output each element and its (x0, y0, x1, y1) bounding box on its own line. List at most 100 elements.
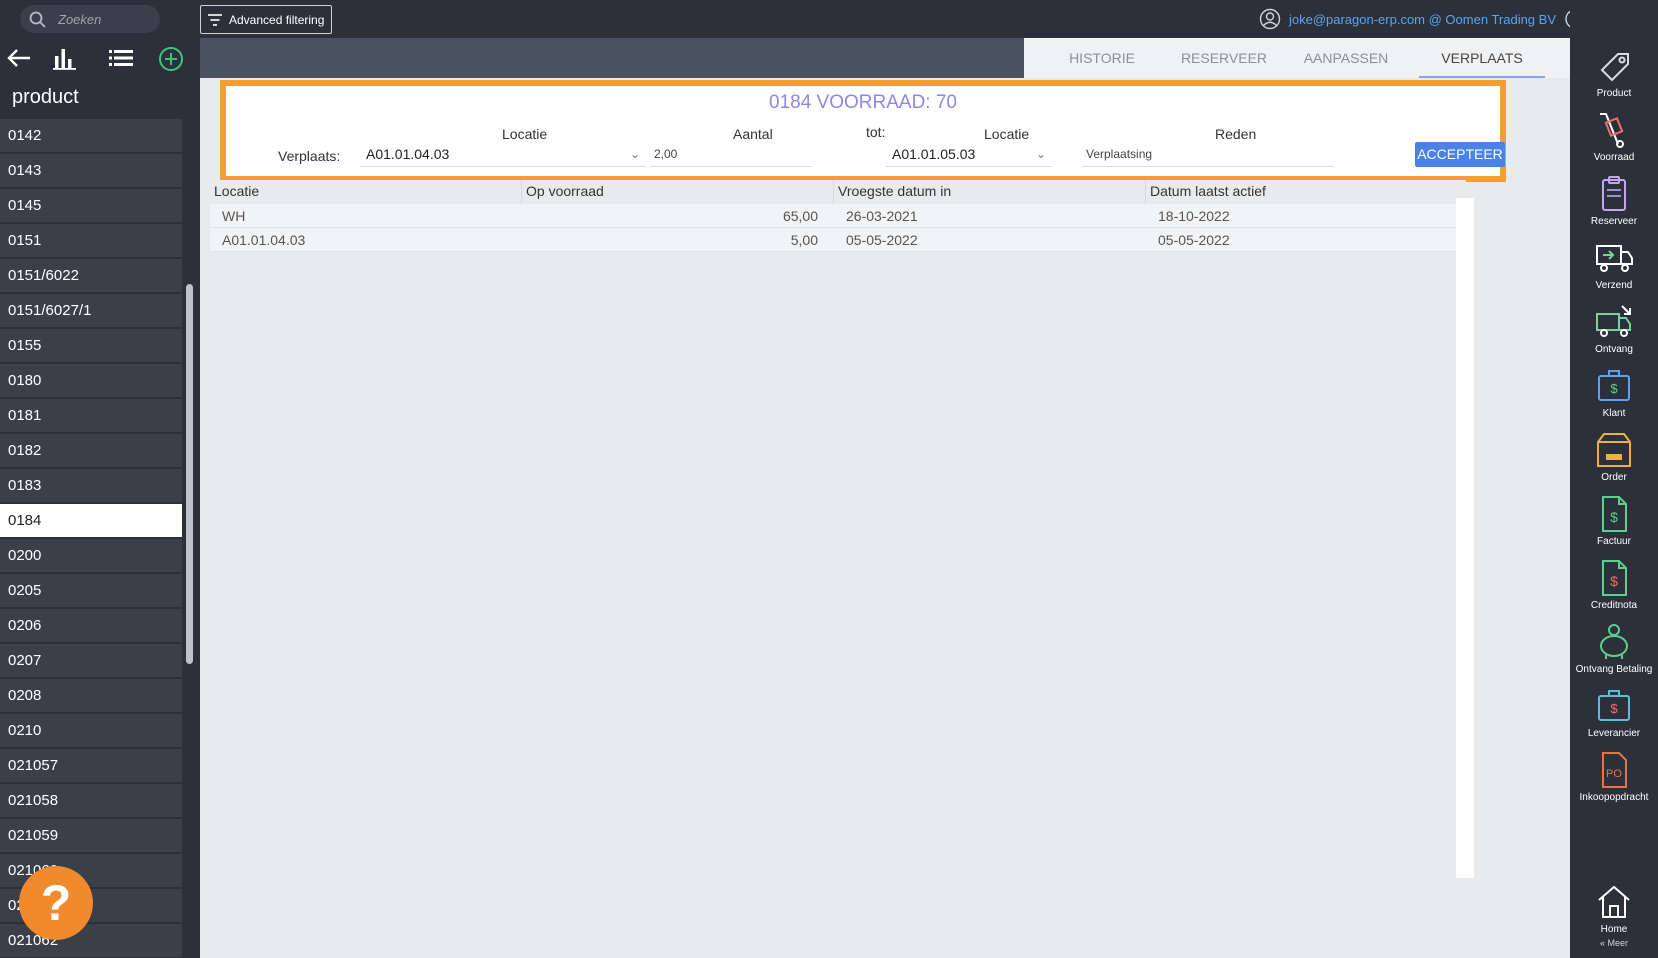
list-item[interactable]: 021058 (0, 784, 182, 817)
col-datum-laatst-actief[interactable]: Datum laatst actief (1150, 183, 1266, 199)
nav-home[interactable]: Home (1570, 878, 1658, 942)
list-item[interactable]: 0205 (0, 574, 182, 607)
list-item[interactable]: 021062 (0, 924, 182, 957)
list-item[interactable]: 0208 (0, 679, 182, 712)
nav-label: Leverancier (1587, 728, 1641, 739)
list-item-active[interactable]: 0184 (0, 504, 182, 537)
add-circle-icon[interactable] (158, 46, 184, 72)
supplier-icon: $ (1598, 690, 1630, 721)
advanced-filter-label: Advanced filtering (229, 12, 325, 27)
table-row[interactable]: WH 65,00 26-03-2021 18-10-2022 (210, 204, 1466, 228)
home-icon (1598, 885, 1630, 918)
cell-voorraad: 5,00 (790, 232, 818, 248)
nav-creditnota[interactable]: $ Creditnota (1570, 554, 1658, 618)
list-item[interactable]: 0151/6027/1 (0, 294, 182, 327)
nav-order[interactable]: Order (1570, 426, 1658, 490)
nav-verzend[interactable]: Verzend (1570, 234, 1658, 298)
list-item[interactable]: 0206 (0, 609, 182, 642)
top-bar: Advanced filtering joke@paragon-erp.com … (0, 0, 1658, 38)
advanced-filter-button[interactable]: Advanced filtering (200, 5, 332, 34)
to-location-label: Locatie (984, 126, 1030, 142)
accept-button[interactable]: ACCEPTEER (1415, 142, 1505, 167)
nav-klant[interactable]: $ Klant (1570, 362, 1658, 426)
list-item[interactable]: 0181 (0, 399, 182, 432)
credit-note-icon: $ (1602, 560, 1627, 596)
user-icon[interactable] (1259, 8, 1281, 30)
nav-label: Inkoopopdracht (1579, 792, 1649, 803)
list-scrollbar[interactable] (186, 284, 193, 664)
search-input[interactable] (58, 9, 154, 29)
nav-inkoopopdracht[interactable]: PO Inkoopopdracht (1570, 746, 1658, 810)
tab-aanpassen[interactable]: AANPASSEN (1286, 38, 1406, 78)
filter-icon (208, 13, 222, 26)
table-header: Locatie Op voorraad Vroegste datum in Da… (210, 180, 1466, 204)
list-item[interactable]: 0182 (0, 434, 182, 467)
cell-vroegste: 26-03-2021 (846, 208, 918, 224)
list-item[interactable]: 0142 (0, 119, 182, 152)
cell-laatst: 18-10-2022 (1158, 208, 1230, 224)
move-stock-panel: 0184 VOORRAAD: 70 Locatie Aantal tot: Lo… (220, 80, 1506, 182)
nav-label: Product (1596, 88, 1632, 99)
list-icon[interactable] (108, 46, 134, 70)
svg-text:$: $ (1610, 701, 1618, 716)
nav-leverancier[interactable]: $ Leverancier (1570, 682, 1658, 746)
tab-reserveer[interactable]: RESERVEER (1164, 38, 1284, 78)
right-bar-top (1570, 0, 1658, 38)
nav-ontvang[interactable]: Ontvang (1570, 298, 1658, 362)
list-item[interactable]: 0180 (0, 364, 182, 397)
tab-historie[interactable]: HISTORIE (1042, 38, 1162, 78)
nav-factuur[interactable]: $ Factuur (1570, 490, 1658, 554)
reason-input[interactable]: Verplaatsing (1082, 141, 1334, 167)
page-title: product (0, 78, 200, 116)
list-item[interactable]: 0210 (0, 714, 182, 747)
list-item[interactable]: 0145 (0, 189, 182, 222)
nav-voorraad[interactable]: Voorraad (1570, 106, 1658, 170)
more-link[interactable]: « Meer (1570, 938, 1658, 948)
to-label: tot: (866, 124, 886, 140)
verplaats-label: Verplaats: (278, 148, 341, 164)
bar-chart-icon[interactable] (52, 46, 78, 70)
nav-ontvang-betaling[interactable]: Ontvang Betaling (1570, 618, 1658, 682)
list-item[interactable]: 0183 (0, 469, 182, 502)
tab-verplaats[interactable]: VERPLAATS (1419, 38, 1545, 78)
piggy-bank-icon (1600, 624, 1628, 659)
svg-text:$: $ (1610, 381, 1618, 396)
list-item[interactable]: 0151/6022 (0, 259, 182, 292)
col-vroegste-datum[interactable]: Vroegste datum in (838, 183, 951, 199)
list-item[interactable]: 0143 (0, 154, 182, 187)
from-location-select[interactable]: A01.01.04.03 ⌄ (360, 141, 646, 167)
chevron-down-icon: ⌄ (629, 147, 640, 161)
nav-label: Verzend (1595, 280, 1633, 291)
to-location-select[interactable]: A01.01.05.03 ⌄ (886, 141, 1052, 167)
chevron-down-icon: ⌄ (1035, 147, 1046, 161)
cell-locatie: A01.01.04.03 (222, 232, 306, 248)
back-arrow-icon[interactable] (6, 46, 32, 70)
tag-icon (1600, 53, 1629, 82)
purchase-order-icon: PO (1602, 752, 1627, 788)
from-location-label: Locatie (502, 126, 548, 142)
col-locatie[interactable]: Locatie (214, 183, 259, 199)
nav-label: Klant (1602, 408, 1626, 419)
nav-label: Home (1600, 924, 1628, 935)
nav-label: Ontvang (1595, 344, 1633, 355)
nav-label: Voorraad (1593, 152, 1635, 163)
list-item[interactable]: 021057 (0, 749, 182, 782)
list-item[interactable]: 0200 (0, 539, 182, 572)
col-op-voorraad[interactable]: Op voorraad (526, 183, 604, 199)
list-item[interactable]: 0207 (0, 644, 182, 677)
nav-label: Ontvang Betaling (1575, 664, 1653, 675)
list-item[interactable]: 0155 (0, 329, 182, 362)
list-item[interactable]: 021059 (0, 819, 182, 852)
svg-text:$: $ (1610, 509, 1618, 525)
invoice-icon: $ (1602, 496, 1627, 532)
table-row[interactable]: A01.01.04.03 5,00 05-05-2022 05-05-2022 (210, 228, 1466, 252)
nav-label: Order (1601, 472, 1627, 483)
amount-input[interactable]: 2,00 (650, 141, 812, 167)
user-account-link[interactable]: joke@paragon-erp.com @ Oomen Trading BV (1289, 12, 1556, 27)
search-box[interactable] (20, 5, 160, 33)
help-bubble-button[interactable]: ? (19, 866, 93, 940)
tab-strip-spacer (200, 38, 1024, 78)
nav-product[interactable]: Product (1570, 42, 1658, 106)
list-item[interactable]: 0151 (0, 224, 182, 257)
nav-reserveer[interactable]: Reserveer (1570, 170, 1658, 234)
